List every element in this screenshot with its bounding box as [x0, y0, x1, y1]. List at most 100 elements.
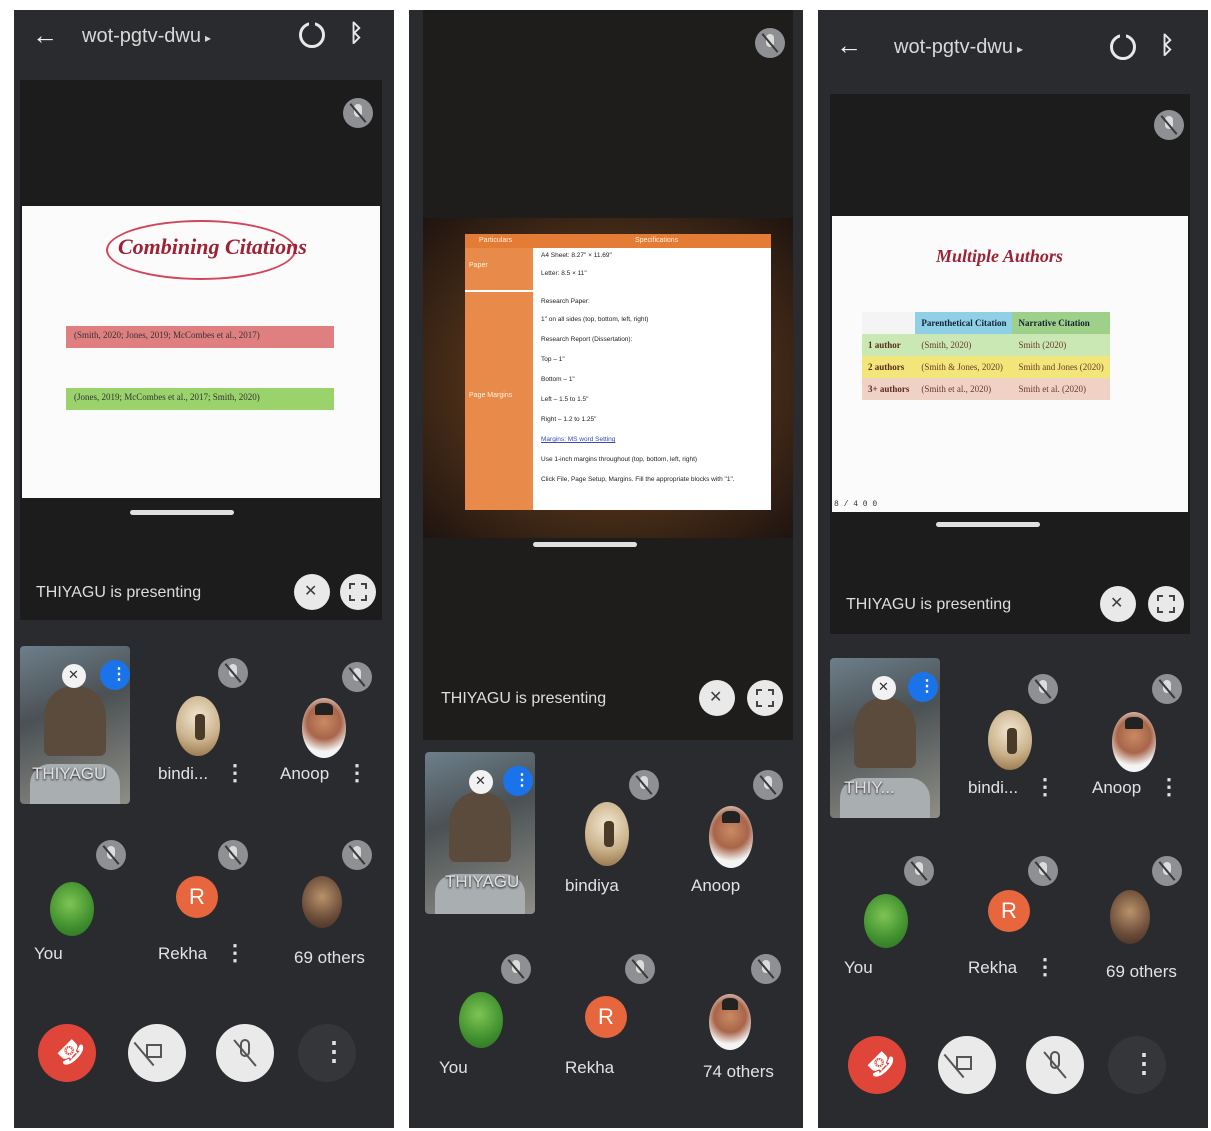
- row-label: 3+ authors: [868, 384, 910, 394]
- participant-name: THIYAGU: [32, 764, 107, 783]
- caret-icon: ▸: [1016, 42, 1023, 56]
- cell: (Smith et al., 2020): [921, 384, 992, 394]
- avatar-anoop: [1112, 712, 1156, 772]
- meeting-code[interactable]: wot-pgtv-dwu ▸: [82, 25, 211, 48]
- others-count[interactable]: 69 others: [1106, 962, 1177, 982]
- pin-icon[interactable]: [872, 676, 896, 700]
- presenting-label: THIYAGU is presenting: [36, 584, 202, 601]
- meeting-code[interactable]: wot-pgtv-dwu ▸: [894, 36, 1023, 59]
- pin-icon[interactable]: [62, 664, 86, 688]
- back-arrow-icon[interactable]: ←: [836, 30, 862, 61]
- participant-name: Anoop: [280, 764, 330, 783]
- row-label: 1 author: [868, 340, 901, 350]
- pin-icon[interactable]: [469, 770, 493, 794]
- participant-name: THIYAGU: [445, 872, 520, 891]
- switch-camera-icon[interactable]: [299, 21, 325, 48]
- mic-off-icon: [755, 28, 785, 58]
- avatar-bindiya: [988, 710, 1032, 770]
- camera-toggle-button[interactable]: [128, 1024, 186, 1082]
- switch-camera-icon[interactable]: [1110, 33, 1136, 60]
- mic-off-icon: [342, 840, 372, 870]
- camera-toggle-button[interactable]: [938, 1036, 996, 1094]
- back-arrow-icon[interactable]: ←: [32, 20, 58, 51]
- more-options-icon[interactable]: ⋮: [224, 760, 246, 786]
- citation-bar-1: (Smith, 2020; Jones, 2019; McCombes et a…: [66, 326, 334, 348]
- participant-name: Anoop: [1092, 778, 1142, 797]
- participant-tile-thiyagu[interactable]: THIYAGU: [20, 646, 130, 804]
- spec-line: Bottom – 1": [541, 376, 575, 383]
- others-count[interactable]: 69 others: [294, 948, 365, 968]
- end-call-button[interactable]: [38, 1024, 96, 1082]
- cell: (Smith, 2020): [921, 340, 972, 350]
- mic-off-icon: [96, 840, 126, 870]
- spec-line: Research Paper:: [541, 298, 590, 305]
- table-header-row: Parenthetical Citation Narrative Citatio…: [862, 312, 1110, 334]
- slide-title: Multiple Authors: [936, 246, 1063, 266]
- bluetooth-icon[interactable]: ᛒ: [349, 20, 363, 48]
- more-options-button[interactable]: [298, 1024, 356, 1082]
- participant-name: You: [34, 944, 63, 963]
- avatar-you: [864, 894, 908, 948]
- more-options-button[interactable]: [1108, 1036, 1166, 1094]
- slide-handle[interactable]: [936, 522, 1040, 527]
- presenting-label: THIYAGU is presenting: [441, 690, 607, 707]
- spec-line: Letter: 8.5 × 11": [541, 270, 587, 277]
- mic-off-icon: [751, 954, 781, 984]
- participant-video: [44, 686, 106, 756]
- participant-name: Rekha: [565, 1058, 615, 1077]
- table-header: Particulars Specifications: [465, 234, 771, 248]
- mic-off-icon: [1152, 856, 1182, 886]
- cell: Smith et al. (2020): [1018, 384, 1086, 394]
- meeting-code-text: wot-pgtv-dwu: [894, 36, 1013, 58]
- bluetooth-icon[interactable]: ᛒ: [1160, 32, 1174, 60]
- presentation-stage: Particulars Specifications Paper Page Ma…: [423, 10, 793, 740]
- header-specifications: Specifications: [635, 237, 679, 244]
- mic-toggle-button[interactable]: [216, 1024, 274, 1082]
- participant-video: [449, 792, 511, 862]
- avatar-rekha: R: [988, 890, 1030, 932]
- unpin-button[interactable]: [699, 680, 735, 716]
- end-call-button[interactable]: [848, 1036, 906, 1094]
- participant-tile-thiyagu[interactable]: THIY...: [830, 658, 940, 818]
- more-options-icon[interactable]: ⋮: [224, 940, 246, 966]
- citation-bar-2: (Jones, 2019; McCombes et al., 2017; Smi…: [66, 388, 334, 410]
- fullscreen-button[interactable]: [747, 680, 783, 716]
- participant-name: bindiya: [565, 876, 619, 895]
- more-options-icon[interactable]: ⋮: [346, 760, 368, 786]
- mic-off-icon: [753, 770, 783, 800]
- avatar-rekha: R: [176, 876, 218, 918]
- mic-off-icon: [1152, 674, 1182, 704]
- fullscreen-button[interactable]: [340, 574, 376, 610]
- unpin-button[interactable]: [294, 574, 330, 610]
- citation-table: Parenthetical Citation Narrative Citatio…: [862, 312, 1110, 400]
- more-options-icon[interactable]: ⋮: [1158, 774, 1180, 800]
- unpin-button[interactable]: [1100, 586, 1136, 622]
- presentation-stage: Combining Citations (Smith, 2020; Jones,…: [20, 80, 382, 620]
- mic-off-icon: [904, 856, 934, 886]
- slide-handle[interactable]: [130, 510, 234, 515]
- shared-slide: Particulars Specifications Paper Page Ma…: [423, 218, 793, 538]
- presentation-stage: Multiple Authors Parenthetical Citation …: [830, 94, 1190, 634]
- avatar-others: [709, 994, 751, 1050]
- slide-title: Combining Citations: [118, 234, 307, 259]
- avatar-others: [302, 876, 342, 928]
- row-margins-label: Page Margins: [465, 292, 533, 510]
- slide-handle[interactable]: [533, 542, 637, 547]
- row-paper-label: Paper: [465, 248, 533, 290]
- fullscreen-button[interactable]: [1148, 586, 1184, 622]
- spec-line: Use 1-inch margins throughout (top, bott…: [541, 456, 698, 463]
- meet-screen-1: ← wot-pgtv-dwu ▸ ᛒ Combining Citations (S…: [14, 10, 394, 1128]
- mic-toggle-button[interactable]: [1026, 1036, 1084, 1094]
- mic-off-icon: [218, 840, 248, 870]
- participant-tile-thiyagu[interactable]: THIYAGU: [425, 752, 535, 914]
- table-row: 1 author (Smith, 2020) Smith (2020): [862, 334, 1110, 356]
- speaking-indicator-icon: [908, 672, 938, 702]
- more-options-icon[interactable]: ⋮: [1034, 954, 1056, 980]
- slide-footer: 8 / 4 0 0: [834, 500, 878, 509]
- participant-name: THIY...: [844, 778, 895, 797]
- others-count[interactable]: 74 others: [703, 1062, 774, 1082]
- participant-name: Rekha: [158, 944, 208, 963]
- spec-line: Margins: MS word Setting: [541, 436, 616, 443]
- more-options-icon[interactable]: ⋮: [1034, 774, 1056, 800]
- spec-line: Top – 1": [541, 356, 565, 363]
